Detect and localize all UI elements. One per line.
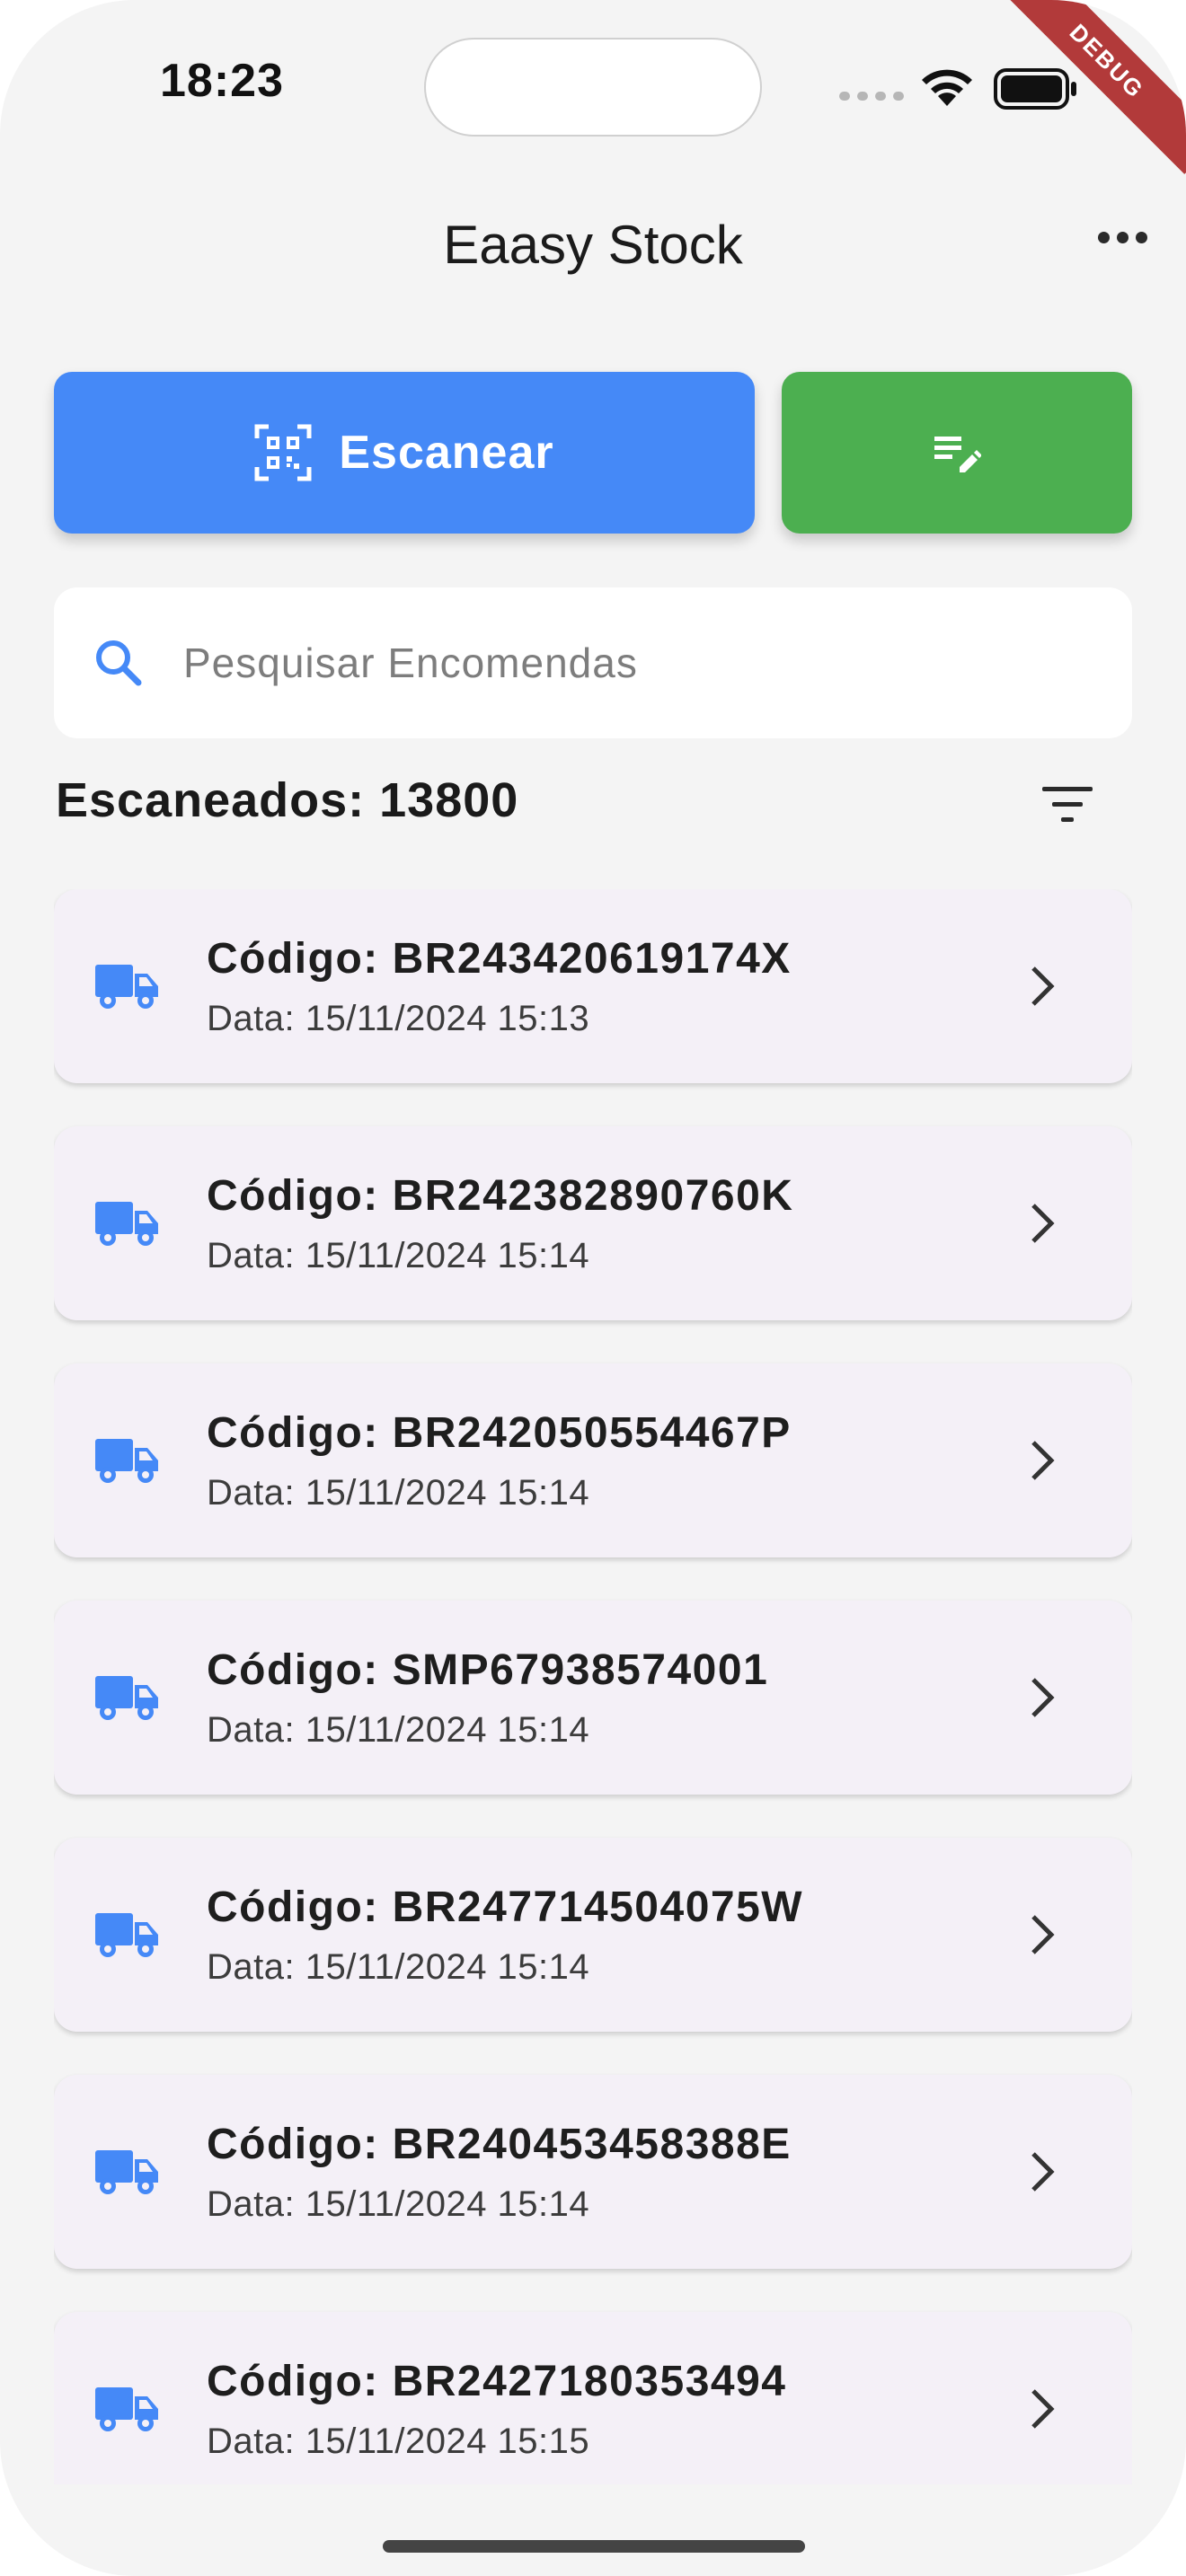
chevron-right-icon xyxy=(1031,966,1055,1006)
shipment-item[interactable]: Código: BR242382890760K Data: 15/11/2024… xyxy=(54,1126,1132,1320)
shipment-date: Data: 15/11/2024 15:15 xyxy=(207,2422,590,2461)
chevron-right-icon xyxy=(1031,2152,1055,2192)
shipment-code: Código: BR242050554467P xyxy=(207,1409,792,1457)
manual-entry-button[interactable] xyxy=(782,372,1132,534)
chevron-right-icon xyxy=(1031,2389,1055,2429)
qr-scan-icon xyxy=(254,424,312,481)
scan-button[interactable]: Escanear xyxy=(54,372,755,534)
status-time: 18:23 xyxy=(160,55,284,107)
scanned-count: Escaneados: 13800 xyxy=(56,773,519,827)
shipment-item[interactable]: Código: BR247714504075W Data: 15/11/2024… xyxy=(54,1838,1132,2032)
cellular-signal-icon xyxy=(839,92,904,101)
dynamic-island xyxy=(424,38,762,137)
page-title: Eaasy Stock xyxy=(443,215,743,275)
shipment-code: Código: BR242382890760K xyxy=(207,1172,794,1220)
shipment-code: Código: BR2427180353494 xyxy=(207,2358,787,2405)
shipment-code: Código: BR247714504075W xyxy=(207,1883,804,1931)
shipment-date: Data: 15/11/2024 15:14 xyxy=(207,1473,590,1513)
wifi-icon xyxy=(922,69,972,106)
truck-icon xyxy=(95,965,158,1009)
chevron-right-icon xyxy=(1031,1915,1055,1954)
truck-icon xyxy=(95,1202,158,1246)
shipment-date: Data: 15/11/2024 15:14 xyxy=(207,1947,590,1987)
truck-icon xyxy=(95,1676,158,1720)
shipment-code: Código: BR240453458388E xyxy=(207,2121,792,2168)
shipment-item[interactable]: Código: BR2427180353494 Data: 15/11/2024… xyxy=(54,2312,1132,2484)
shipment-item[interactable]: Código: BR243420619174X Data: 15/11/2024… xyxy=(54,889,1132,1083)
app-screen: 18:23 DEBUG Eaasy Stock Escanear Pesquis… xyxy=(0,0,1186,2576)
shipment-item[interactable]: Código: BR242050554467P Data: 15/11/2024… xyxy=(54,1363,1132,1557)
search-bar xyxy=(54,587,1132,738)
scan-button-label: Escanear xyxy=(339,427,554,479)
home-indicator[interactable] xyxy=(383,2540,805,2553)
shipment-code: Código: SMP67938574001 xyxy=(207,1646,769,1694)
shipment-date: Data: 15/11/2024 15:14 xyxy=(207,1710,590,1750)
battery-icon xyxy=(994,68,1076,110)
shipment-date: Data: 15/11/2024 15:14 xyxy=(207,1236,590,1275)
shipment-code: Código: BR243420619174X xyxy=(207,935,792,983)
truck-icon xyxy=(95,2387,158,2431)
shipment-date: Data: 15/11/2024 15:13 xyxy=(207,999,590,1038)
truck-icon xyxy=(95,1439,158,1483)
shipment-date: Data: 15/11/2024 15:14 xyxy=(207,2184,590,2224)
chevron-right-icon xyxy=(1031,1678,1055,1717)
edit-note-icon xyxy=(934,437,981,472)
filter-icon[interactable] xyxy=(1040,783,1094,826)
chevron-right-icon xyxy=(1031,1441,1055,1480)
truck-icon xyxy=(95,2150,158,2194)
chevron-right-icon xyxy=(1031,1204,1055,1243)
more-options-icon[interactable] xyxy=(1098,232,1147,243)
search-icon xyxy=(96,640,142,686)
shipment-item[interactable]: Código: SMP67938574001 Data: 15/11/2024 … xyxy=(54,1601,1132,1795)
truck-icon xyxy=(95,1913,158,1957)
search-input[interactable] xyxy=(183,587,1082,738)
shipment-item[interactable]: Código: BR240453458388E Data: 15/11/2024… xyxy=(54,2075,1132,2269)
shipment-list: Código: BR243420619174X Data: 15/11/2024… xyxy=(54,889,1132,2484)
